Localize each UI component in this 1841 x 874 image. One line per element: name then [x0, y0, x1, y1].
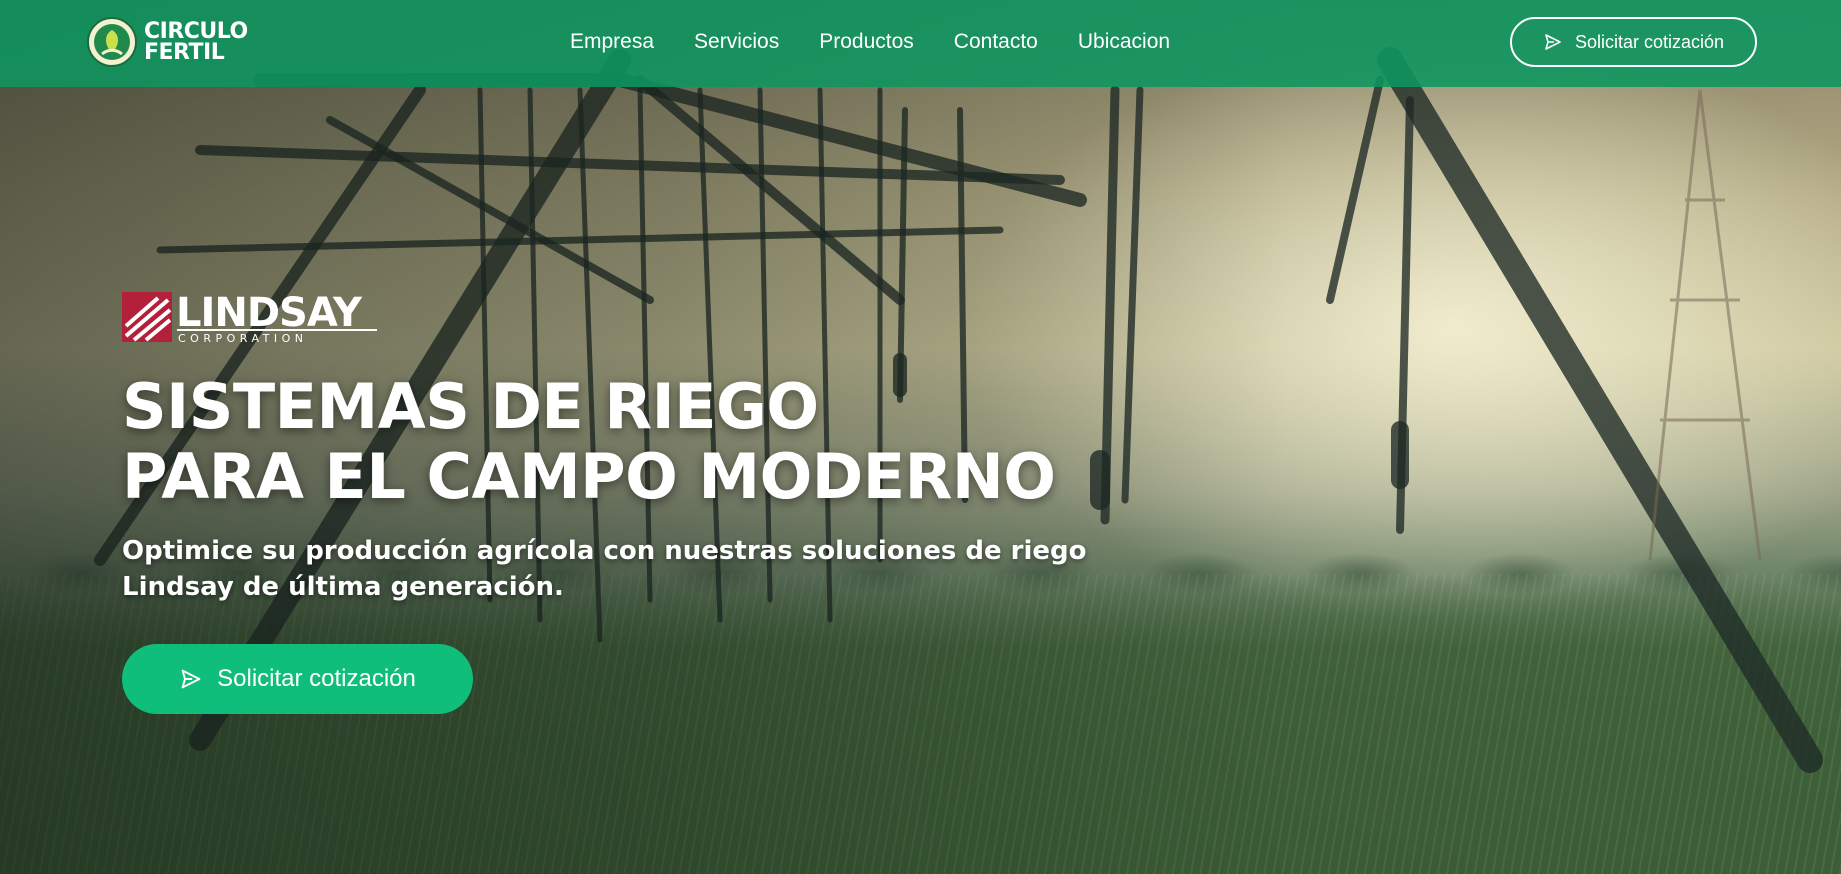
lindsay-corporation-logo: LINDSAY CORPORATION [122, 290, 377, 345]
brand-line-1: CIRCULO [144, 19, 248, 44]
brand-line-2: FERTIL [144, 40, 225, 65]
hero-subtitle-line-1: Optimice su producción agrícola con nues… [122, 536, 1087, 566]
brand-logo[interactable]: CIRCULO FERTIL [86, 16, 248, 68]
nav-servicios[interactable]: Servicios [694, 30, 779, 54]
hero-headline: SISTEMAS DE RIEGO PARA EL CAMPO MODERNO [122, 372, 1122, 512]
lindsay-logo-sub: CORPORATION [178, 332, 308, 345]
hero-quote-label: Solicitar cotización [217, 665, 416, 692]
header-quote-button[interactable]: Solicitar cotización [1510, 17, 1757, 67]
hero-headline-line-1: SISTEMAS DE RIEGO [122, 370, 819, 443]
nav-ubicacion[interactable]: Ubicacion [1078, 30, 1170, 54]
hero-quote-button[interactable]: Solicitar cotización [122, 644, 473, 714]
header-quote-label: Solicitar cotización [1574, 31, 1725, 52]
send-icon [181, 669, 201, 689]
top-header: CIRCULO FERTIL Empresa Servicios Product… [0, 0, 1841, 87]
hero-headline-line-2: PARA EL CAMPO MODERNO [122, 440, 1056, 513]
nav-contacto[interactable]: Contacto [954, 30, 1038, 54]
hero-section: CIRCULO FERTIL Empresa Servicios Product… [0, 0, 1841, 874]
circulo-fertil-logo-icon [87, 17, 137, 67]
nav-empresa[interactable]: Empresa [570, 30, 654, 54]
hero-subtitle-line-2: Lindsay de última generación. [122, 572, 564, 602]
main-nav: Empresa Servicios Productos Contacto Ubi… [570, 30, 1170, 54]
nav-productos[interactable]: Productos [819, 30, 914, 54]
send-icon [1545, 34, 1561, 50]
hero-subtitle: Optimice su producción agrícola con nues… [122, 533, 1122, 605]
